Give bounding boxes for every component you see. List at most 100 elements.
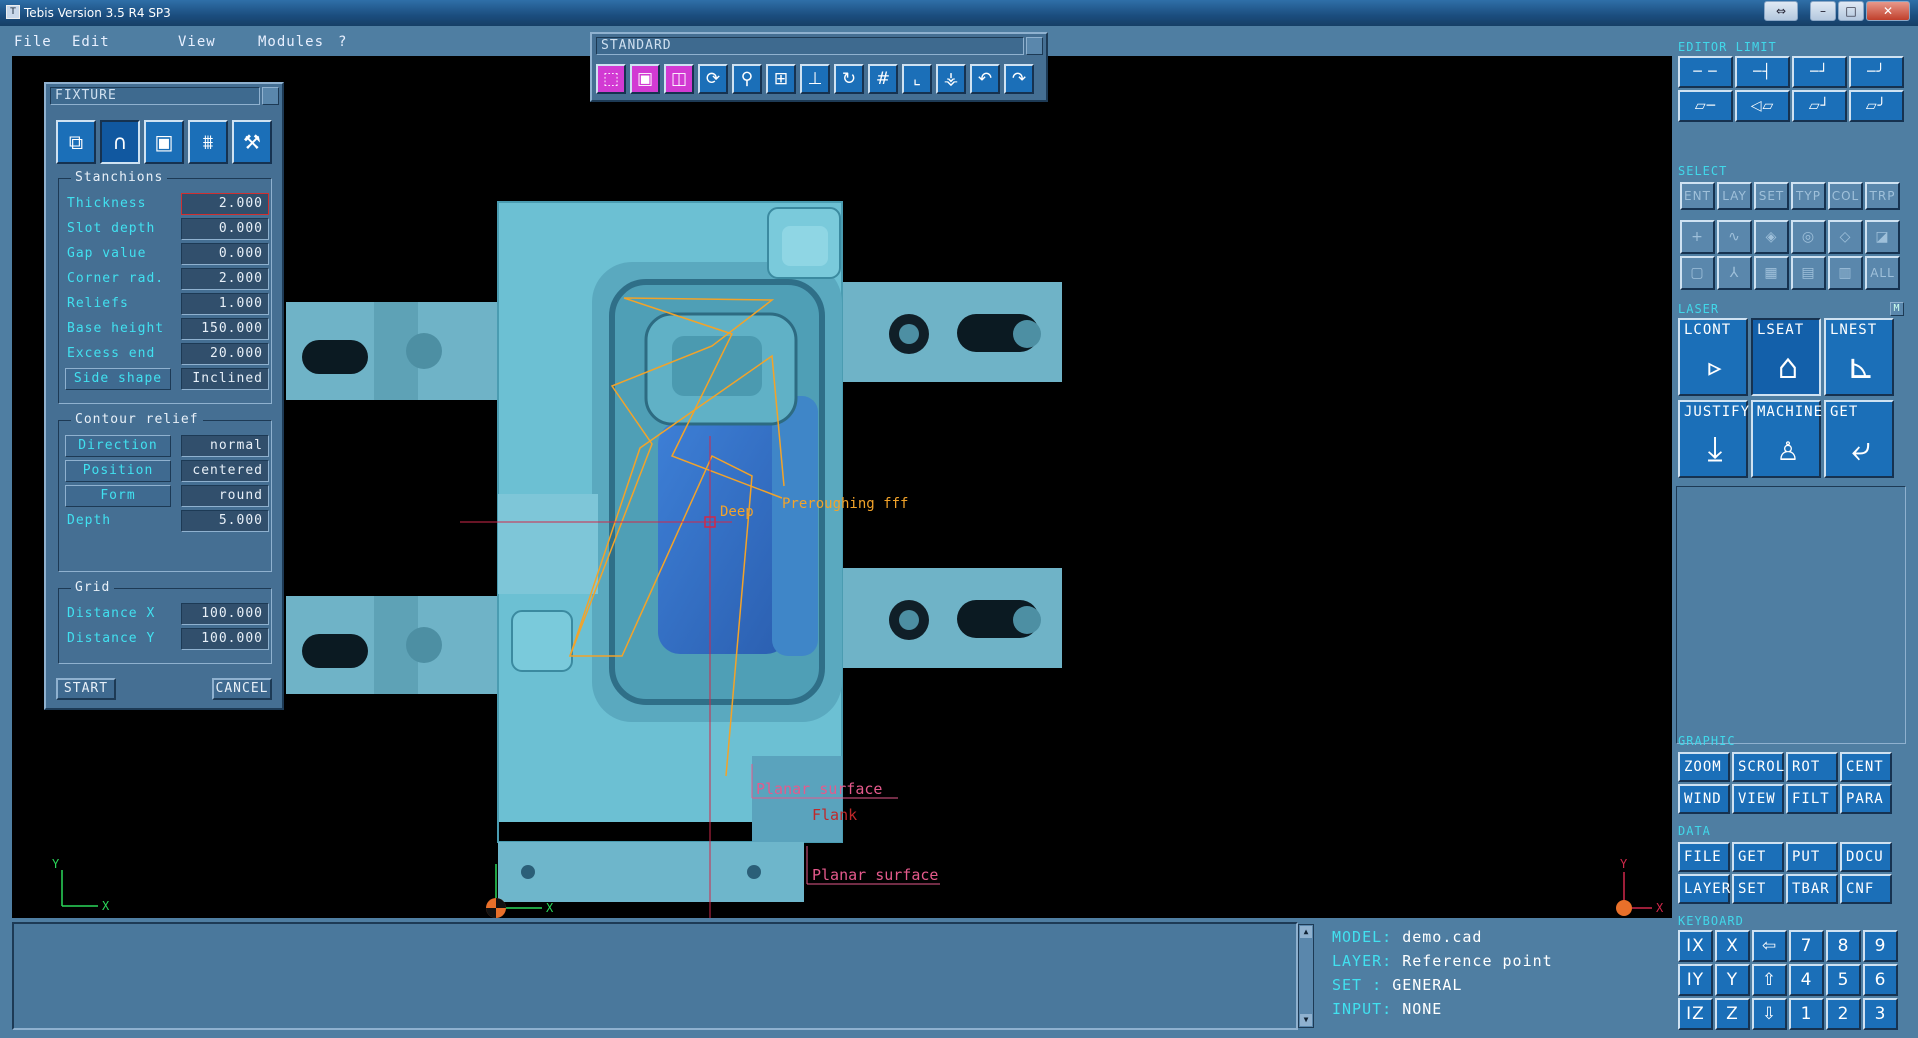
select-filter-5-icon[interactable]: ◇ <box>1828 220 1863 254</box>
close-button[interactable]: ✕ <box>1866 1 1910 21</box>
select-filter-9-icon[interactable]: ▦ <box>1754 256 1789 290</box>
keypad-key[interactable]: 4 <box>1789 964 1824 996</box>
keypad-key[interactable]: 1 <box>1789 998 1824 1030</box>
select-trp-button[interactable]: TRP <box>1865 182 1900 210</box>
editor-limit-6-icon[interactable]: ◁▱ <box>1735 90 1790 122</box>
field-value[interactable]: 2.000 <box>181 268 269 290</box>
select-ent-button[interactable]: ENT <box>1680 182 1715 210</box>
editor-limit-3-icon[interactable]: ─┘ <box>1792 56 1847 88</box>
field-value[interactable]: 100.000 <box>181 603 269 625</box>
fixture-3d-icon[interactable]: ⧉ <box>56 120 96 164</box>
field-value[interactable]: 0.000 <box>181 218 269 240</box>
data-put-button[interactable]: PUT <box>1786 842 1838 872</box>
field-label[interactable]: Direction <box>65 435 171 457</box>
refresh-icon[interactable]: ⟳ <box>698 64 728 94</box>
select-filter-2-icon[interactable]: ∿ <box>1717 220 1752 254</box>
keypad-key[interactable]: 7 <box>1789 930 1824 962</box>
editor-limit-7-icon[interactable]: ▱┘ <box>1792 90 1847 122</box>
axis-icon[interactable]: ⊥ <box>800 64 830 94</box>
scroll-up-icon[interactable]: ▲ <box>1300 926 1312 938</box>
field-value[interactable]: 5.000 <box>181 510 269 532</box>
editor-limit-5-icon[interactable]: ▱─ <box>1678 90 1733 122</box>
start-button[interactable]: START <box>56 678 116 700</box>
field-label[interactable]: Position <box>65 460 171 482</box>
select-set-button[interactable]: SET <box>1754 182 1789 210</box>
select-typ-button[interactable]: TYP <box>1791 182 1826 210</box>
graphic-view-button[interactable]: VIEW <box>1732 784 1784 814</box>
select-col-button[interactable]: COL <box>1828 182 1863 210</box>
stanchion-icon[interactable]: ∩ <box>100 120 140 164</box>
keypad-key[interactable]: ⇩ <box>1752 998 1787 1030</box>
field-value[interactable]: Inclined <box>181 368 269 390</box>
maximize-button[interactable]: □ <box>1838 1 1864 21</box>
field-label[interactable]: Side shape <box>65 368 171 390</box>
laser-lcont-button[interactable]: LCONT ▹ <box>1678 318 1748 396</box>
graphic-rot-button[interactable]: ROT <box>1786 752 1838 782</box>
data-docu-button[interactable]: DOCU <box>1840 842 1892 872</box>
menu-file[interactable]: File <box>14 34 52 50</box>
select-filter-7-icon[interactable]: ▢ <box>1680 256 1715 290</box>
graphic-cent-button[interactable]: CENT <box>1840 752 1892 782</box>
graphic-filt-button[interactable]: FILT <box>1786 784 1838 814</box>
field-value[interactable]: round <box>181 485 269 507</box>
keypad-key[interactable]: 2 <box>1826 998 1861 1030</box>
field-value[interactable]: centered <box>181 460 269 482</box>
data-file-button[interactable]: FILE <box>1678 842 1730 872</box>
select-filter-3-icon[interactable]: ◈ <box>1754 220 1789 254</box>
menu-view[interactable]: View <box>178 34 216 50</box>
keypad-key[interactable]: 6 <box>1863 964 1898 996</box>
select-filter-6-icon[interactable]: ◪ <box>1865 220 1900 254</box>
laser-get-button[interactable]: GET ⤶ <box>1824 400 1894 478</box>
message-scrollbar[interactable]: ▲ ▼ <box>1298 924 1314 1028</box>
fit-icon[interactable]: ⊞ <box>766 64 796 94</box>
restore-size-button[interactable]: ⇔ <box>1764 1 1798 21</box>
graphic-scrol-button[interactable]: SCROL <box>1732 752 1784 782</box>
keypad-key[interactable]: 5 <box>1826 964 1861 996</box>
select-filter-4-icon[interactable]: ◎ <box>1791 220 1826 254</box>
keypad-key[interactable]: IY <box>1678 964 1713 996</box>
box-front-icon[interactable]: ◫ <box>664 64 694 94</box>
keypad-key[interactable]: IZ <box>1678 998 1713 1030</box>
keypad-key[interactable]: 9 <box>1863 930 1898 962</box>
keypad-key[interactable]: IX <box>1678 930 1713 962</box>
editor-limit-1-icon[interactable]: ─ ─ <box>1678 56 1733 88</box>
editor-limit-4-icon[interactable]: ─╯ <box>1849 56 1904 88</box>
field-label[interactable]: Form <box>65 485 171 507</box>
editor-limit-8-icon[interactable]: ▱╯ <box>1849 90 1904 122</box>
field-value[interactable]: 150.000 <box>181 318 269 340</box>
grid-icon[interactable]: # <box>868 64 898 94</box>
menu-edit[interactable]: Edit <box>72 34 110 50</box>
scroll-down-icon[interactable]: ▼ <box>1300 1014 1312 1026</box>
keypad-key[interactable]: 3 <box>1863 998 1898 1030</box>
window-title-bar[interactable]: T Tebis Version 3.5 R4 SP3 ⇔ – □ ✕ <box>0 0 1918 26</box>
field-value[interactable]: 2.000 <box>181 193 269 215</box>
zoom-icon[interactable]: ⚲ <box>732 64 762 94</box>
laser-menu-tag[interactable]: M <box>1890 302 1904 316</box>
field-value[interactable]: 100.000 <box>181 628 269 650</box>
menu-modules[interactable]: Modules <box>258 34 324 50</box>
data-get-button[interactable]: GET <box>1732 842 1784 872</box>
comb-icon[interactable]: ⩩ <box>188 120 228 164</box>
editor-limit-2-icon[interactable]: ─┤ <box>1735 56 1790 88</box>
field-value[interactable]: normal <box>181 435 269 457</box>
menu-help[interactable]: ? <box>338 34 347 50</box>
undo-icon[interactable]: ↶ <box>970 64 1000 94</box>
select-filter-8-icon[interactable]: ⅄ <box>1717 256 1752 290</box>
select-lay-button[interactable]: LAY <box>1717 182 1752 210</box>
graphic-zoom-button[interactable]: ZOOM <box>1678 752 1730 782</box>
select-all-button[interactable]: ALL <box>1865 256 1900 290</box>
data-layer-button[interactable]: LAYER <box>1678 874 1730 904</box>
standard-toolbar-close[interactable] <box>1026 37 1043 55</box>
field-value[interactable]: 0.000 <box>181 243 269 265</box>
laser-lseat-button[interactable]: LSEAT ⌂ <box>1751 318 1821 396</box>
corner-icon[interactable]: ⌞ <box>902 64 932 94</box>
select-filter-11-icon[interactable]: ▥ <box>1828 256 1863 290</box>
wrench-icon[interactable]: ⚒ <box>232 120 272 164</box>
laser-lnest-button[interactable]: LNEST ⊾ <box>1824 318 1894 396</box>
keypad-key[interactable]: ⇧ <box>1752 964 1787 996</box>
keypad-key[interactable]: Y <box>1715 964 1750 996</box>
origin-icon[interactable]: ⚶ <box>936 64 966 94</box>
minimize-button[interactable]: – <box>1810 1 1836 21</box>
keypad-key[interactable]: X <box>1715 930 1750 962</box>
keypad-key[interactable]: 8 <box>1826 930 1861 962</box>
